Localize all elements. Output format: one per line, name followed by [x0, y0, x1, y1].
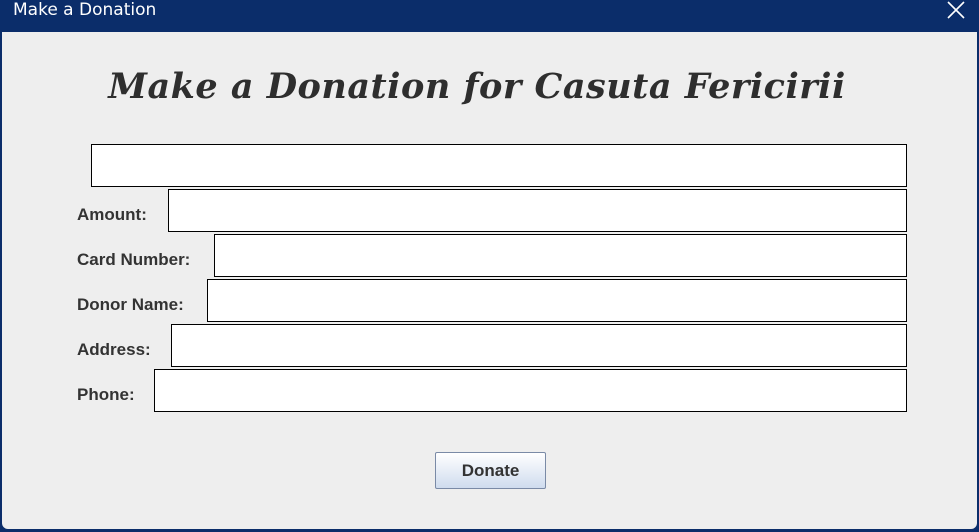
window-titlebar: Make a Donation [0, 0, 979, 32]
donor-name-field[interactable] [207, 279, 907, 322]
close-button[interactable] [933, 0, 979, 24]
address-field[interactable] [171, 324, 907, 367]
page-heading: Make a Donation for Casuta Fericirii [108, 66, 846, 107]
top-field[interactable] [91, 144, 907, 187]
donor-name-label: Donor Name: [77, 295, 184, 314]
amount-field[interactable] [168, 189, 907, 232]
amount-label: Amount: [77, 205, 147, 224]
donate-button[interactable]: Donate [435, 452, 546, 489]
dialog-content: Make a Donation for Casuta Fericirii Amo… [2, 32, 977, 529]
phone-field[interactable] [154, 369, 907, 412]
window-title: Make a Donation [13, 0, 157, 20]
address-label: Address: [77, 340, 151, 359]
phone-label: Phone: [77, 385, 135, 404]
card-number-field[interactable] [214, 234, 907, 277]
close-icon [947, 1, 965, 19]
card-number-label: Card Number: [77, 250, 191, 269]
